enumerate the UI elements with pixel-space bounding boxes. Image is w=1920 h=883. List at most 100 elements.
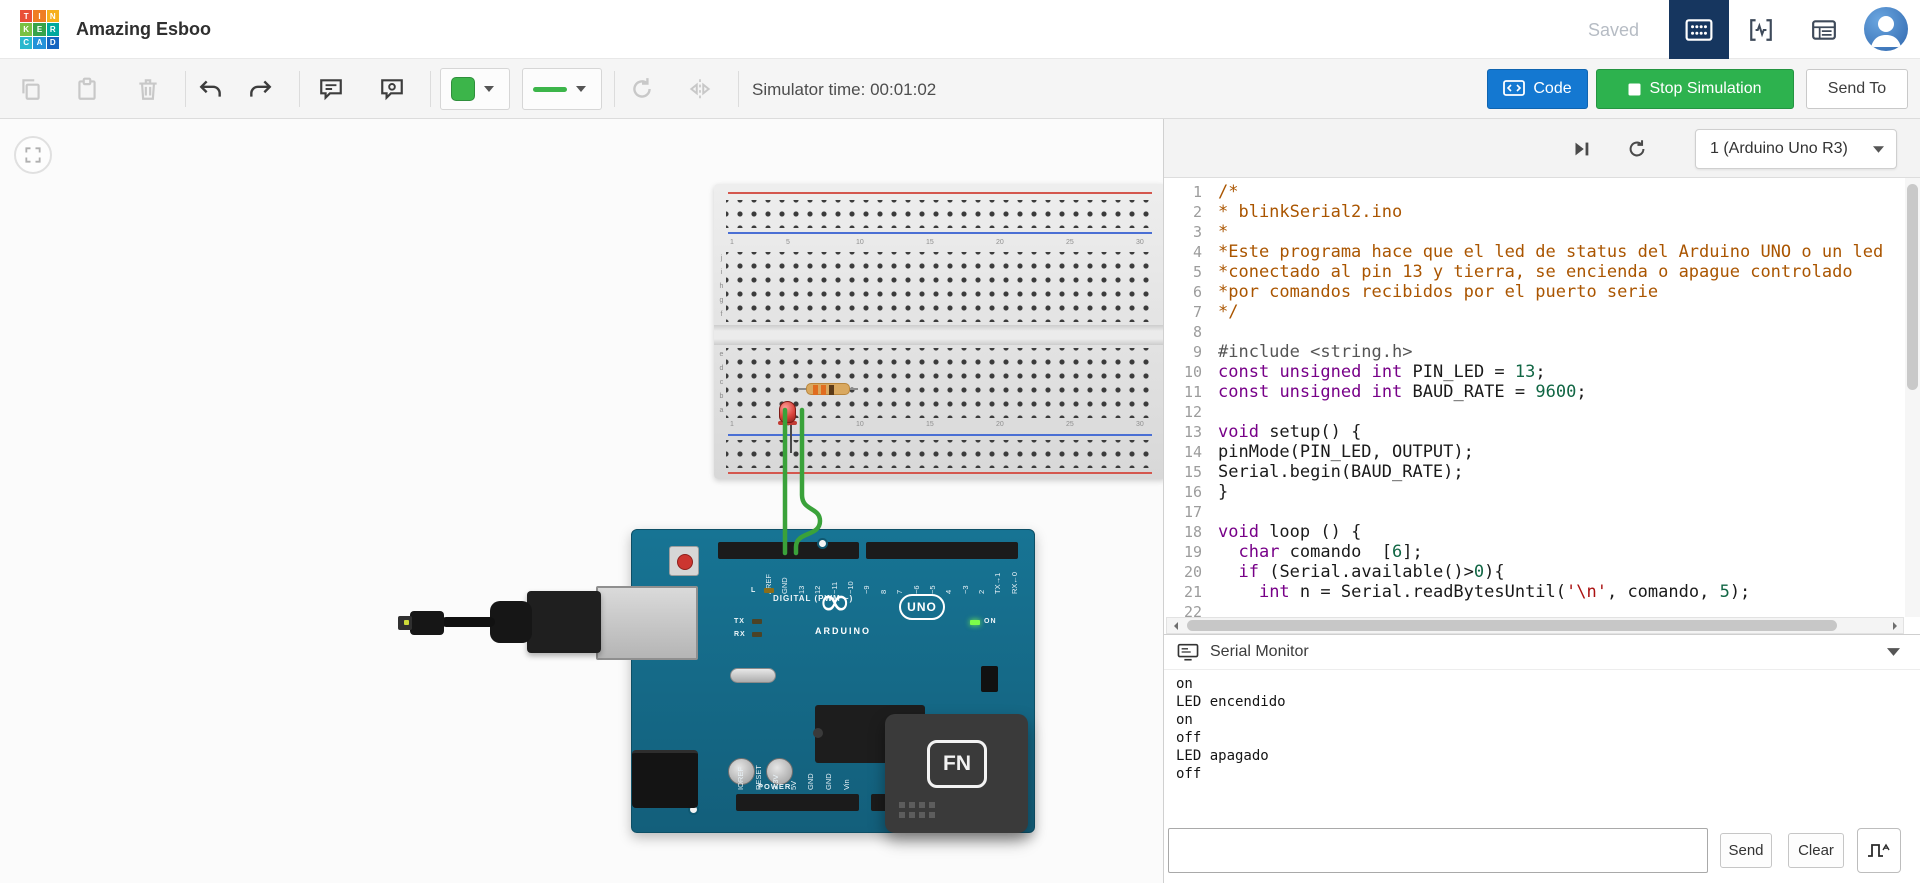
power-pin-labels: IOREFRESET3.3V5VGNDGNDVin (736, 756, 862, 790)
step-debug-button[interactable] (1564, 133, 1598, 165)
resistor-band (821, 385, 826, 395)
circuits-view-button[interactable] (1669, 0, 1729, 59)
stop-simulation-button[interactable]: Stop Simulation (1596, 69, 1794, 109)
user-avatar[interactable] (1864, 7, 1908, 51)
code-panel: 1 (Arduino Uno R3) 1/*2* blinkSerial2.in… (1163, 119, 1920, 883)
toolbar-divider (299, 71, 300, 107)
stop-button-label: Stop Simulation (1649, 80, 1761, 98)
led-component[interactable] (778, 401, 798, 453)
code-horizontal-scrollbar[interactable] (1166, 617, 1904, 634)
collapse-chevron-icon[interactable] (1887, 648, 1900, 656)
code-lines: 1/*2* blinkSerial2.ino3*4*Este programa … (1164, 178, 1920, 622)
delete-button[interactable] (126, 67, 170, 111)
list-icon (1810, 17, 1838, 43)
power-rail-negative (728, 232, 1152, 234)
restart-simulation-button[interactable] (1620, 133, 1654, 165)
chevron-down-icon (484, 86, 494, 92)
code-line: 9#include <string.h> (1164, 342, 1920, 362)
code-line: 6*por comandos recibidos por el puerto s… (1164, 282, 1920, 302)
fn-key-label: FN (927, 740, 987, 788)
logo-tile: K (20, 23, 32, 35)
code-button-label: Code (1533, 80, 1571, 98)
component-list-button[interactable] (1802, 13, 1846, 47)
undo-button[interactable] (189, 67, 233, 111)
resistor-component[interactable] (798, 382, 858, 396)
code-vertical-scrollbar[interactable] (1905, 178, 1920, 617)
app-header: TINKERCAD Amazing Esboo Saved (0, 0, 1920, 59)
circuit-canvas[interactable]: 151015202530 jihgf edcba 151015202530 (0, 119, 1163, 883)
uno-model-label: UNO (899, 594, 945, 620)
step-icon (1570, 138, 1592, 160)
fn-key-overlay[interactable]: FN (885, 714, 1028, 833)
led-l-label: L (751, 587, 756, 594)
scroll-right-arrow[interactable] (1887, 618, 1903, 633)
code-line: 18void loop () { (1164, 522, 1920, 542)
serial-monitor-title: Serial Monitor (1210, 643, 1309, 661)
resistor-body (806, 383, 850, 395)
serial-input[interactable] (1168, 828, 1708, 873)
mirror-button[interactable] (678, 67, 722, 111)
resistor-band (813, 385, 818, 395)
send-button[interactable]: Send (1720, 833, 1772, 868)
scrollbar-thumb[interactable] (1907, 184, 1918, 390)
toolbar-divider (430, 71, 431, 107)
tinkercad-logo[interactable]: TINKERCAD (20, 10, 59, 49)
breadboard-channel (714, 325, 1163, 345)
code-line: 21 int n = Serial.readBytesUntil('\n', c… (1164, 582, 1920, 602)
zoom-to-fit-button[interactable] (14, 136, 52, 174)
usb-cable-connector[interactable] (527, 591, 601, 653)
power-section-label: POWER (758, 782, 791, 791)
scrollbar-thumb[interactable] (1187, 620, 1837, 631)
wire-type-dropdown[interactable] (522, 68, 602, 110)
toggle-annotations-button[interactable] (370, 67, 414, 111)
bb-numbers-top: 151015202530 (726, 239, 1154, 249)
scroll-left-arrow[interactable] (1167, 618, 1183, 633)
serial-output: onLED encendidoonoffLED apagadooff (1164, 675, 1920, 825)
send-to-button[interactable]: Send To (1806, 69, 1908, 109)
schematic-icon (1747, 17, 1775, 43)
breadboard-holes (726, 200, 1154, 228)
code-line: 13void setup() { (1164, 422, 1920, 442)
usb-cable-plug (410, 611, 444, 635)
usb-cable-mold (490, 601, 532, 643)
code-line: 10const unsigned int PIN_LED = 13; (1164, 362, 1920, 382)
rx-label: RX (734, 631, 746, 638)
logo-tile: C (20, 37, 32, 49)
arduino-brand: ARDUINO (815, 626, 871, 636)
code-line: 15Serial.begin(BAUD_RATE); (1164, 462, 1920, 482)
toolbar-divider (185, 71, 186, 107)
tx-label: TX (734, 618, 745, 625)
toolbar-divider (614, 71, 615, 107)
copy-button[interactable] (9, 67, 53, 111)
code-line: 4*Este programa hace que el led de statu… (1164, 242, 1920, 262)
fit-view-icon (23, 145, 43, 165)
usb-cable-wire (441, 617, 495, 627)
code-button[interactable]: Code (1487, 69, 1588, 109)
logo-tile: A (33, 37, 45, 49)
power-rail-positive (728, 192, 1152, 194)
paste-button[interactable] (65, 67, 109, 111)
mounting-hole (817, 538, 828, 549)
clear-button[interactable]: Clear (1788, 833, 1844, 868)
toolbar-divider (738, 71, 739, 107)
usb-cable-contact (404, 620, 409, 625)
serial-monitor-header[interactable]: Serial Monitor (1164, 634, 1920, 670)
send-button-label: Send (1728, 842, 1763, 859)
undo-icon (198, 76, 224, 102)
chevron-down-icon (1873, 146, 1884, 153)
code-line: 11const unsigned int BAUD_RATE = 9600; (1164, 382, 1920, 402)
board-selector-dropdown[interactable]: 1 (Arduino Uno R3) (1695, 129, 1897, 169)
code-line: 3* (1164, 222, 1920, 242)
notes-button[interactable] (309, 67, 353, 111)
component-color-dropdown[interactable] (440, 68, 510, 110)
redo-button[interactable] (238, 67, 282, 111)
reset-button[interactable] (669, 546, 699, 576)
document-title: Amazing Esboo (76, 19, 211, 40)
schematic-view-button[interactable] (1739, 13, 1783, 47)
resistor-band (829, 385, 834, 395)
code-editor[interactable]: 1/*2* blinkSerial2.ino3*4*Este programa … (1164, 178, 1920, 634)
note-bubble-icon (318, 76, 344, 102)
power-header-strip (736, 794, 859, 811)
serial-plotter-button[interactable] (1857, 828, 1901, 873)
rotate-button[interactable] (620, 67, 664, 111)
